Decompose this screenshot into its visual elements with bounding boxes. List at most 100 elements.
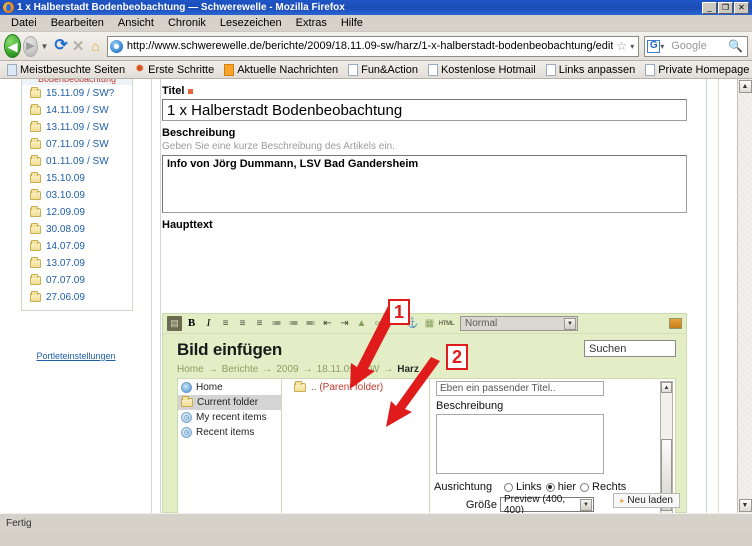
edit-form: Titel 1 x Halberstadt Bodenbeobachtung B… — [162, 79, 687, 233]
scroll-up-icon[interactable]: ▲ — [739, 80, 752, 93]
alignment-radio-hier[interactable] — [546, 483, 555, 492]
align-right-icon[interactable]: ≡ — [252, 316, 267, 331]
title-input[interactable]: 1 x Halberstadt Bodenbeobachtung — [162, 99, 687, 121]
insert-table-icon[interactable]: ▦ — [422, 316, 437, 331]
save-icon[interactable]: ▤ — [167, 316, 182, 331]
reload-button[interactable]: ▸ Neu laden — [613, 493, 680, 508]
menu-lesezeichen[interactable]: Lesezeichen — [213, 16, 289, 30]
description-field-label: Beschreibung — [162, 127, 687, 139]
bookmark-fun-action[interactable]: Fun&Action — [343, 64, 423, 76]
definition-list-icon[interactable]: ≕ — [303, 316, 318, 331]
dialog-nav-recent-items[interactable]: ◷ Recent items — [178, 425, 281, 440]
breadcrumb-home[interactable]: Home — [177, 364, 204, 375]
history-dropdown-icon[interactable]: ▼ — [40, 42, 52, 51]
bold-icon[interactable]: B — [184, 316, 199, 331]
navigation-toolbar: ◀ ▶ ▼ ⟳ ✕ ⌂ http://www.schwerewelle.de/b… — [0, 32, 752, 61]
folder-icon — [30, 123, 41, 132]
dialog-nav-label: Current folder — [197, 397, 258, 408]
chevron-down-icon[interactable]: ▼ — [580, 499, 592, 511]
description-textarea[interactable]: Info von Jörg Dummann, LSV Bad Gandershe… — [162, 155, 687, 213]
back-arrow-icon[interactable]: ◀ — [4, 34, 21, 58]
sidebar-item-13-11-09[interactable]: 13.11.09 / SW — [22, 119, 132, 136]
breadcrumb-berichte[interactable]: Berichte — [222, 364, 259, 375]
sidebar-item-07-11-09[interactable]: 07.11.09 / SW — [22, 136, 132, 153]
size-select[interactable]: Preview (400, 400) ▼ — [500, 497, 594, 512]
bullet-list-icon[interactable]: ≔ — [286, 316, 301, 331]
menu-datei[interactable]: Datei — [4, 16, 44, 30]
italic-icon[interactable]: I — [201, 316, 216, 331]
parent-folder-row[interactable]: .. (Parent folder) — [282, 379, 429, 393]
breadcrumb-18-11-09[interactable]: 18.11.09 / SW — [317, 364, 380, 375]
image-description-textarea[interactable] — [436, 414, 604, 474]
image-title-input[interactable]: Eben ein passender Titel.. — [436, 381, 604, 396]
chevron-down-icon[interactable]: ▼ — [564, 318, 576, 330]
sidebar-item-14-11-09[interactable]: 14.11.09 / SW — [22, 102, 132, 119]
insert-image-icon[interactable]: ▲ — [354, 316, 369, 331]
sidebar-item-label: 30.08.09 — [46, 224, 85, 235]
menu-hilfe[interactable]: Hilfe — [334, 16, 370, 30]
alignment-radio-rechts[interactable] — [580, 483, 589, 492]
window-title: 1 x Halberstadt Bodenbeobachtung — Schwe… — [17, 2, 702, 13]
sidebar-item-15-10-09[interactable]: 15.10.09 — [22, 170, 132, 187]
home-icon[interactable]: ⌂ — [88, 35, 103, 57]
scroll-up-icon[interactable]: ▲ — [661, 382, 672, 393]
paragraph-style-select[interactable]: Normal ▼ — [460, 316, 578, 331]
search-input[interactable]: Google — [666, 40, 728, 52]
menu-chronik[interactable]: Chronik — [161, 16, 213, 30]
search-bar[interactable]: G ▾ Google 🔍 — [644, 36, 748, 57]
sidebar-item-01-11-09[interactable]: 01.11.09 / SW — [22, 153, 132, 170]
numbered-list-icon[interactable]: ≔ — [269, 316, 284, 331]
close-button[interactable]: ✕ — [734, 2, 749, 14]
google-engine-icon[interactable]: G — [647, 40, 660, 53]
dialog-nav-home[interactable]: Home — [178, 380, 281, 395]
menu-extras[interactable]: Extras — [289, 16, 334, 30]
breadcrumb-2009[interactable]: 2009 — [276, 364, 298, 375]
align-center-icon[interactable]: ≡ — [235, 316, 250, 331]
insert-link-icon[interactable]: ∞ — [371, 316, 386, 331]
forward-arrow-icon[interactable]: ▶ — [23, 36, 37, 57]
sidebar-item-07-07-09[interactable]: 07.07.09 — [22, 272, 132, 289]
menu-ansicht[interactable]: Ansicht — [111, 16, 161, 30]
sidebar-item-15-11-09[interactable]: 15.11.09 / SW? — [22, 85, 132, 102]
maximize-button[interactable]: ❐ — [718, 2, 733, 14]
bookmark-aktuelle-nachrichten[interactable]: Aktuelle Nachrichten — [219, 64, 343, 76]
outdent-icon[interactable]: ⇤ — [320, 316, 335, 331]
portlet-settings-link[interactable]: Portleteinstellungen — [26, 351, 126, 361]
url-bar[interactable]: http://www.schwerewelle.de/berichte/2009… — [107, 36, 639, 57]
sidebar-item-30-08-09[interactable]: 30.08.09 — [22, 221, 132, 238]
url-dropdown-icon[interactable]: ▾ — [630, 42, 636, 51]
star-icon[interactable]: ☆ — [613, 39, 630, 53]
menu-bearbeiten[interactable]: Bearbeiten — [44, 16, 111, 30]
sidebar-item-03-10-09[interactable]: 03.10.09 — [22, 187, 132, 204]
status-bar: Fertig — [0, 513, 752, 533]
sidebar-item-27-06-09[interactable]: 27.06.09 — [22, 289, 132, 306]
stop-icon[interactable]: ✕ — [71, 35, 86, 57]
dialog-nav-current-folder[interactable]: Current folder — [178, 395, 281, 410]
bookmark-kostenlose-hotmail[interactable]: Kostenlose Hotmail — [423, 64, 541, 76]
html-source-icon[interactable]: HTML — [439, 316, 454, 331]
scrollbar-track[interactable] — [738, 94, 752, 498]
align-left-icon[interactable]: ≡ — [218, 316, 233, 331]
bookmark-label: Fun&Action — [361, 64, 418, 76]
alignment-radio-links[interactable] — [504, 483, 513, 492]
bookmark-private-homepage[interactable]: Private Homepage — [640, 64, 752, 76]
scroll-down-icon[interactable]: ▼ — [739, 499, 752, 512]
minimize-button[interactable]: _ — [702, 2, 717, 14]
reload-icon[interactable]: ⟳ — [53, 35, 68, 57]
bookmark-meistbesuchte-seiten[interactable]: Meistbesuchte Seiten — [2, 64, 130, 76]
search-icon[interactable]: 🔍 — [728, 39, 745, 53]
sidebar-item-12-09-09[interactable]: 12.09.09 — [22, 204, 132, 221]
maximize-editor-icon[interactable] — [669, 318, 682, 329]
dialog-header: Bild einfügen Suchen — [177, 340, 676, 360]
page-scrollbar[interactable]: ▲ ▼ — [737, 79, 752, 513]
dialog-nav-label: Home — [196, 382, 223, 393]
dialog-search-input[interactable]: Suchen — [584, 340, 676, 357]
url-input[interactable]: http://www.schwerewelle.de/berichte/2009… — [127, 40, 614, 52]
dialog-nav-my-recent-items[interactable]: ◷ My recent items — [178, 410, 281, 425]
bookmark-links-anpassen[interactable]: Links anpassen — [541, 64, 640, 76]
page-viewport: Bodenbeobachtung 15.11.09 / SW? 14.11.09… — [0, 79, 752, 513]
bookmark-erste-schritte[interactable]: ✹ Erste Schritte — [130, 64, 219, 76]
sidebar-item-13-07-09[interactable]: 13.07.09 — [22, 255, 132, 272]
indent-icon[interactable]: ⇥ — [337, 316, 352, 331]
sidebar-item-14-07-09[interactable]: 14.07.09 — [22, 238, 132, 255]
